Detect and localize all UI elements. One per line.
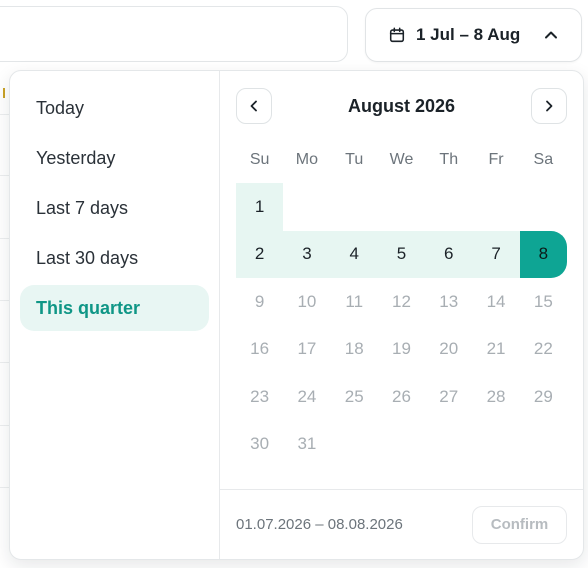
weekday-label: Tu — [345, 151, 364, 168]
calendar-day-13: 13 — [439, 291, 459, 311]
calendar-empty-cell — [378, 421, 425, 469]
preset-last-7-days[interactable]: Last 7 days — [20, 185, 209, 231]
calendar-week-row: 16 17 18 19 20 21 22 — [236, 326, 567, 374]
preset-last-30-days[interactable]: Last 30 days — [20, 235, 209, 281]
date-range-popover: Today Yesterday Last 7 days Last 30 days Thi… — [9, 70, 584, 560]
calendar-day-19: 19 — [392, 339, 411, 359]
calendar-day-15: 15 — [533, 291, 553, 311]
calendar-day-2[interactable]: 2 — [236, 230, 284, 278]
calendar-empty-cell — [425, 183, 472, 231]
calendar-week-row: 9 10 11 12 13 14 15 — [236, 278, 567, 326]
calendar-empty-cell — [378, 183, 425, 231]
preset-list: Today Yesterday Last 7 days Last 30 days Thi… — [10, 71, 220, 559]
background-marker — [3, 88, 5, 98]
preset-yesterday[interactable]: Yesterday — [20, 135, 209, 181]
weekday-label: Fr — [488, 151, 504, 168]
calendar-empty-cell — [472, 183, 519, 231]
calendar-day-20: 20 — [439, 339, 459, 359]
calendar-day-29: 29 — [533, 386, 553, 406]
date-range-trigger[interactable]: 1 Jul – 8 Aug — [365, 8, 582, 62]
calendar-day-31: 31 — [297, 434, 317, 454]
calendar-icon — [389, 27, 405, 43]
calendar-week-row: 23 24 25 26 27 28 29 — [236, 373, 567, 421]
calendar-day-10: 10 — [297, 291, 317, 311]
confirm-button[interactable]: Confirm — [472, 505, 567, 544]
calendar-empty-cell — [331, 183, 378, 231]
calendar-empty-cell — [520, 421, 567, 469]
calendar-day-6[interactable]: 6 — [425, 230, 473, 278]
calendar-day-9: 9 — [254, 291, 265, 311]
date-range-label: 1 Jul – 8 Aug — [416, 25, 521, 44]
weekday-label: Sa — [533, 151, 554, 168]
previous-month-button[interactable] — [236, 88, 272, 124]
weekday-label: Su — [249, 151, 270, 168]
background-search-field — [0, 6, 348, 62]
chevron-right-icon — [546, 100, 553, 112]
calendar-day-5[interactable]: 5 — [377, 230, 426, 278]
calendar-day-1[interactable]: 1 — [236, 183, 284, 231]
calendar-empty-cell — [472, 421, 519, 469]
calendar-day-23: 23 — [250, 386, 270, 406]
calendar-day-7[interactable]: 7 — [472, 230, 520, 278]
calendar-day-3[interactable]: 3 — [283, 230, 331, 278]
calendar-day-22: 22 — [533, 339, 553, 359]
calendar-empty-cell — [283, 183, 330, 231]
preset-today[interactable]: Today — [20, 85, 209, 131]
calendar-day-11: 11 — [345, 291, 364, 311]
weekday-label: Th — [439, 151, 459, 168]
calendar-day-30: 30 — [250, 434, 270, 454]
calendar-grid: 1 2 3 4 5 6 7 8 9 10 11 12 13 14 15 16 17 18 19 20 21 22 23 24 2… — [236, 183, 567, 468]
calendar-week-row: 1 — [236, 183, 567, 231]
calendar-day-16: 16 — [250, 339, 270, 359]
weekday-label: We — [389, 151, 414, 168]
next-month-button[interactable] — [530, 88, 567, 124]
calendar-day-26: 26 — [392, 386, 411, 406]
chevron-up-icon — [545, 31, 557, 39]
calendar-day-17: 17 — [297, 339, 317, 359]
calendar-day-27: 27 — [439, 386, 459, 406]
calendar-day-24: 24 — [297, 386, 317, 406]
calendar-day-21: 21 — [486, 339, 506, 359]
calendar-footer: 01.07.2026 – 08.08.2026 Confirm — [220, 489, 583, 559]
selected-range-text: 01.07.2026 – 08.08.2026 — [236, 516, 403, 533]
calendar-day-14: 14 — [486, 291, 506, 311]
calendar-day-28: 28 — [486, 386, 506, 406]
weekday-label: Mo — [295, 151, 319, 168]
calendar-day-12: 12 — [392, 291, 411, 311]
calendar-day-8[interactable]: 8 — [519, 230, 567, 278]
month-title: August 2026 — [347, 95, 456, 116]
chevron-left-icon — [250, 100, 257, 112]
calendar-header: August 2026 — [236, 87, 567, 125]
calendar-empty-cell — [331, 421, 378, 469]
calendar-day-25: 25 — [344, 386, 364, 406]
calendar-day-18: 18 — [344, 339, 364, 359]
preset-this-quarter[interactable]: This quarter — [20, 285, 209, 331]
weekday-header-row: Su Mo Tu We Th Fr Sa — [236, 151, 567, 169]
calendar-week-row: 30 31 — [236, 421, 567, 469]
calendar-empty-cell — [520, 183, 567, 231]
calendar-week-row: 2345678 — [236, 230, 567, 278]
calendar-day-4[interactable]: 4 — [330, 230, 378, 278]
calendar-panel: August 2026 Su Mo Tu We Th Fr Sa 1 2 3 4 5 6 7 8 9 10 11… — [220, 71, 583, 559]
calendar-empty-cell — [425, 421, 472, 469]
